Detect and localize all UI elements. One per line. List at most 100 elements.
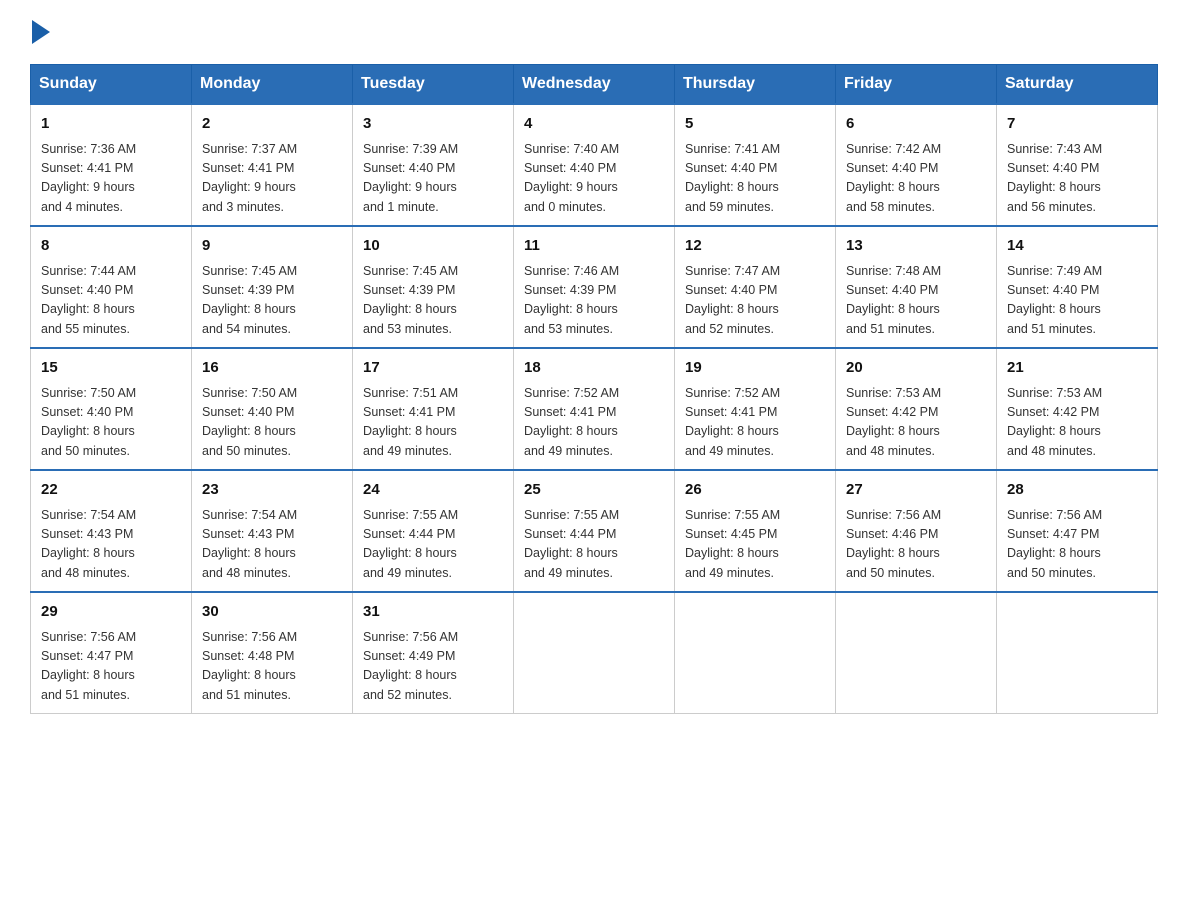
weekday-header-sunday: Sunday [31,65,192,105]
calendar-table: SundayMondayTuesdayWednesdayThursdayFrid… [30,64,1158,714]
day-number: 23 [202,479,342,502]
day-info: Sunrise: 7:55 AMSunset: 4:44 PMDaylight:… [363,506,503,584]
day-number: 21 [1007,357,1147,380]
table-row: 31 Sunrise: 7:56 AMSunset: 4:49 PMDayligh… [353,592,514,714]
page-header [30,20,1158,44]
day-info: Sunrise: 7:55 AMSunset: 4:44 PMDaylight:… [524,506,664,584]
table-row: 1 Sunrise: 7:36 AMSunset: 4:41 PMDaylight… [31,104,192,226]
weekday-header-wednesday: Wednesday [514,65,675,105]
day-info: Sunrise: 7:40 AMSunset: 4:40 PMDaylight:… [524,140,664,218]
day-number: 13 [846,235,986,258]
logo-arrow-icon [32,20,50,44]
day-info: Sunrise: 7:44 AMSunset: 4:40 PMDaylight:… [41,262,181,340]
day-number: 28 [1007,479,1147,502]
day-info: Sunrise: 7:56 AMSunset: 4:46 PMDaylight:… [846,506,986,584]
table-row: 20 Sunrise: 7:53 AMSunset: 4:42 PMDayligh… [836,348,997,470]
table-row: 3 Sunrise: 7:39 AMSunset: 4:40 PMDaylight… [353,104,514,226]
day-number: 25 [524,479,664,502]
table-row: 29Sunrise: 7:56 AMSunset: 4:47 PMDayligh… [31,592,192,714]
day-info: Sunrise: 7:54 AMSunset: 4:43 PMDaylight:… [202,506,342,584]
day-number: 12 [685,235,825,258]
day-number: 9 [202,235,342,258]
day-info: Sunrise: 7:45 AMSunset: 4:39 PMDaylight:… [363,262,503,340]
table-row: 30 Sunrise: 7:56 AMSunset: 4:48 PMDayligh… [192,592,353,714]
table-row: 25 Sunrise: 7:55 AMSunset: 4:44 PMDayligh… [514,470,675,592]
table-row: 11 Sunrise: 7:46 AMSunset: 4:39 PMDayligh… [514,226,675,348]
day-number: 20 [846,357,986,380]
day-info: Sunrise: 7:39 AMSunset: 4:40 PMDaylight:… [363,140,503,218]
week-row-1: 1 Sunrise: 7:36 AMSunset: 4:41 PMDaylight… [31,104,1158,226]
table-row [675,592,836,714]
day-number: 18 [524,357,664,380]
day-number: 16 [202,357,342,380]
day-info: Sunrise: 7:53 AMSunset: 4:42 PMDaylight:… [846,384,986,462]
table-row [514,592,675,714]
table-row: 26Sunrise: 7:55 AMSunset: 4:45 PMDayligh… [675,470,836,592]
day-info: Sunrise: 7:50 AMSunset: 4:40 PMDaylight:… [41,384,181,462]
table-row: 16 Sunrise: 7:50 AMSunset: 4:40 PMDayligh… [192,348,353,470]
table-row: 7 Sunrise: 7:43 AMSunset: 4:40 PMDaylight… [997,104,1158,226]
day-info: Sunrise: 7:55 AMSunset: 4:45 PMDaylight:… [685,506,825,584]
table-row: 23 Sunrise: 7:54 AMSunset: 4:43 PMDayligh… [192,470,353,592]
day-number: 14 [1007,235,1147,258]
day-number: 17 [363,357,503,380]
day-number: 30 [202,601,342,624]
table-row: 9 Sunrise: 7:45 AMSunset: 4:39 PMDaylight… [192,226,353,348]
table-row: 10Sunrise: 7:45 AMSunset: 4:39 PMDayligh… [353,226,514,348]
table-row: 22Sunrise: 7:54 AMSunset: 4:43 PMDayligh… [31,470,192,592]
table-row: 12 Sunrise: 7:47 AMSunset: 4:40 PMDayligh… [675,226,836,348]
day-number: 27 [846,479,986,502]
day-info: Sunrise: 7:41 AMSunset: 4:40 PMDaylight:… [685,140,825,218]
table-row: 17 Sunrise: 7:51 AMSunset: 4:41 PMDayligh… [353,348,514,470]
day-number: 19 [685,357,825,380]
day-number: 6 [846,113,986,136]
day-number: 29 [41,601,181,624]
weekday-header-tuesday: Tuesday [353,65,514,105]
day-info: Sunrise: 7:42 AMSunset: 4:40 PMDaylight:… [846,140,986,218]
table-row: 27 Sunrise: 7:56 AMSunset: 4:46 PMDayligh… [836,470,997,592]
weekday-header-friday: Friday [836,65,997,105]
day-info: Sunrise: 7:48 AMSunset: 4:40 PMDaylight:… [846,262,986,340]
table-row: 15 Sunrise: 7:50 AMSunset: 4:40 PMDayligh… [31,348,192,470]
table-row: 4 Sunrise: 7:40 AMSunset: 4:40 PMDaylight… [514,104,675,226]
day-number: 15 [41,357,181,380]
day-info: Sunrise: 7:50 AMSunset: 4:40 PMDaylight:… [202,384,342,462]
table-row: 8 Sunrise: 7:44 AMSunset: 4:40 PMDaylight… [31,226,192,348]
day-info: Sunrise: 7:56 AMSunset: 4:47 PMDaylight:… [1007,506,1147,584]
table-row: 6 Sunrise: 7:42 AMSunset: 4:40 PMDaylight… [836,104,997,226]
table-row: 18 Sunrise: 7:52 AMSunset: 4:41 PMDayligh… [514,348,675,470]
table-row: 2Sunrise: 7:37 AMSunset: 4:41 PMDaylight… [192,104,353,226]
day-number: 5 [685,113,825,136]
table-row: 19 Sunrise: 7:52 AMSunset: 4:41 PMDayligh… [675,348,836,470]
week-row-5: 29Sunrise: 7:56 AMSunset: 4:47 PMDayligh… [31,592,1158,714]
table-row: 28 Sunrise: 7:56 AMSunset: 4:47 PMDayligh… [997,470,1158,592]
day-number: 11 [524,235,664,258]
weekday-header-thursday: Thursday [675,65,836,105]
day-number: 4 [524,113,664,136]
table-row: 13 Sunrise: 7:48 AMSunset: 4:40 PMDayligh… [836,226,997,348]
day-info: Sunrise: 7:36 AMSunset: 4:41 PMDaylight:… [41,140,181,218]
day-info: Sunrise: 7:56 AMSunset: 4:49 PMDaylight:… [363,628,503,706]
day-number: 8 [41,235,181,258]
day-number: 3 [363,113,503,136]
day-info: Sunrise: 7:45 AMSunset: 4:39 PMDaylight:… [202,262,342,340]
day-number: 31 [363,601,503,624]
day-number: 24 [363,479,503,502]
day-info: Sunrise: 7:53 AMSunset: 4:42 PMDaylight:… [1007,384,1147,462]
day-number: 7 [1007,113,1147,136]
day-info: Sunrise: 7:52 AMSunset: 4:41 PMDaylight:… [524,384,664,462]
day-info: Sunrise: 7:47 AMSunset: 4:40 PMDaylight:… [685,262,825,340]
day-number: 2 [202,113,342,136]
day-info: Sunrise: 7:52 AMSunset: 4:41 PMDaylight:… [685,384,825,462]
day-info: Sunrise: 7:46 AMSunset: 4:39 PMDaylight:… [524,262,664,340]
table-row: 21 Sunrise: 7:53 AMSunset: 4:42 PMDayligh… [997,348,1158,470]
day-number: 1 [41,113,181,136]
day-info: Sunrise: 7:51 AMSunset: 4:41 PMDaylight:… [363,384,503,462]
table-row: 24 Sunrise: 7:55 AMSunset: 4:44 PMDayligh… [353,470,514,592]
week-row-3: 15 Sunrise: 7:50 AMSunset: 4:40 PMDayligh… [31,348,1158,470]
day-info: Sunrise: 7:43 AMSunset: 4:40 PMDaylight:… [1007,140,1147,218]
week-row-2: 8 Sunrise: 7:44 AMSunset: 4:40 PMDaylight… [31,226,1158,348]
logo [30,20,50,44]
day-info: Sunrise: 7:56 AMSunset: 4:48 PMDaylight:… [202,628,342,706]
table-row: 14Sunrise: 7:49 AMSunset: 4:40 PMDayligh… [997,226,1158,348]
